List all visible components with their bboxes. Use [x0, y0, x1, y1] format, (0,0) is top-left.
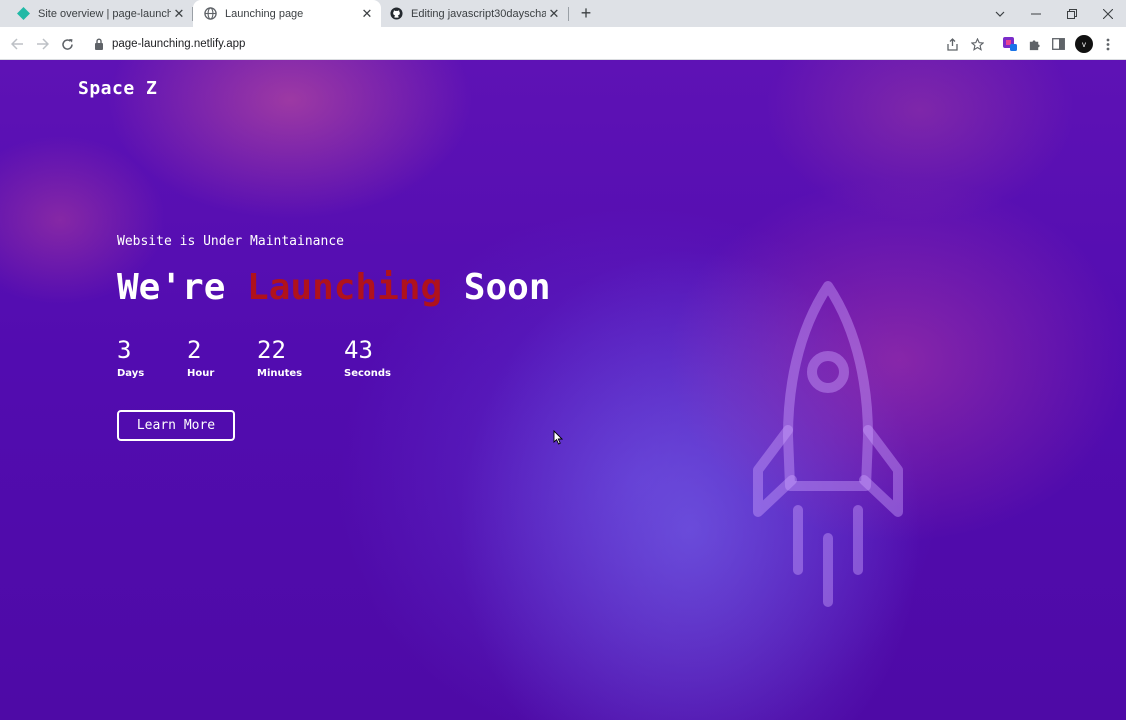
headline-accent: Launching [247, 267, 443, 308]
brand-logo[interactable]: Space Z [78, 78, 157, 99]
tab-site-overview[interactable]: Site overview | page-launching | ✕ [0, 0, 193, 27]
browser-toolbar: page-launching.netlify.app v [0, 27, 1126, 60]
back-arrow-icon[interactable] [7, 34, 27, 54]
lock-icon[interactable] [94, 38, 104, 50]
close-icon[interactable]: ✕ [171, 6, 187, 22]
side-panel-icon[interactable] [1048, 34, 1068, 54]
reload-icon[interactable] [57, 34, 77, 54]
restore-icon[interactable] [1054, 0, 1090, 27]
globe-icon [203, 7, 217, 21]
countdown-value: 43 [344, 336, 373, 364]
close-icon[interactable]: ✕ [359, 6, 375, 22]
github-icon [389, 7, 403, 21]
tab-search-icon[interactable] [982, 0, 1018, 27]
countdown-label: Days [117, 368, 145, 379]
tab-launching-page[interactable]: Launching page ✕ [193, 0, 381, 27]
countdown-label: Seconds [344, 368, 392, 379]
puzzle-icon[interactable] [1024, 34, 1044, 54]
close-icon[interactable]: ✕ [546, 6, 562, 22]
extension-icon[interactable] [1000, 34, 1020, 54]
profile-avatar[interactable]: v [1074, 34, 1094, 54]
tab-title: Site overview | page-launching | [38, 7, 171, 20]
tab-title: Launching page [225, 7, 304, 20]
countdown-value: 22 [257, 336, 286, 364]
countdown-value: 2 [187, 336, 202, 364]
countdown-hours: 2 Hour [187, 336, 214, 379]
url-text[interactable]: page-launching.netlify.app [112, 38, 245, 50]
mouse-cursor-icon [553, 429, 564, 450]
countdown-label: Minutes [257, 368, 303, 379]
address-bar[interactable]: page-launching.netlify.app [84, 30, 994, 57]
tab-title: Editing javascript30dayschalleng [411, 7, 546, 20]
kebab-menu-icon[interactable] [1098, 34, 1118, 54]
learn-more-button[interactable]: Learn More [117, 410, 235, 441]
new-tab-button[interactable]: + [577, 4, 595, 22]
headline-start: We're [117, 267, 248, 308]
forward-arrow-icon[interactable] [32, 34, 52, 54]
countdown-minutes: 22 Minutes [257, 336, 302, 379]
countdown-value: 3 [117, 336, 132, 364]
maintenance-subtitle: Website is Under Maintainance [117, 234, 344, 249]
countdown-days: 3 Days [117, 336, 144, 379]
page-headline: We're Launching Soon [117, 267, 551, 308]
netlify-diamond-icon [16, 7, 30, 21]
countdown-seconds: 43 Seconds [344, 336, 391, 379]
tab-editing-github[interactable]: Editing javascript30dayschalleng ✕ [381, 0, 568, 27]
minimize-icon[interactable] [1018, 0, 1054, 27]
tab-strip: Site overview | page-launching | ✕ Launc… [0, 0, 1126, 27]
page-viewport: Space Z Website is Under Maintainance We… [0, 60, 1126, 720]
rocket-icon [750, 280, 910, 615]
tab-separator [568, 7, 569, 21]
share-icon[interactable] [942, 34, 962, 54]
bookmark-star-icon[interactable] [967, 34, 987, 54]
window-close-icon[interactable] [1090, 0, 1126, 27]
avatar-initial: v [1075, 35, 1093, 53]
headline-end: Soon [442, 267, 551, 308]
countdown-label: Hour [187, 368, 215, 379]
